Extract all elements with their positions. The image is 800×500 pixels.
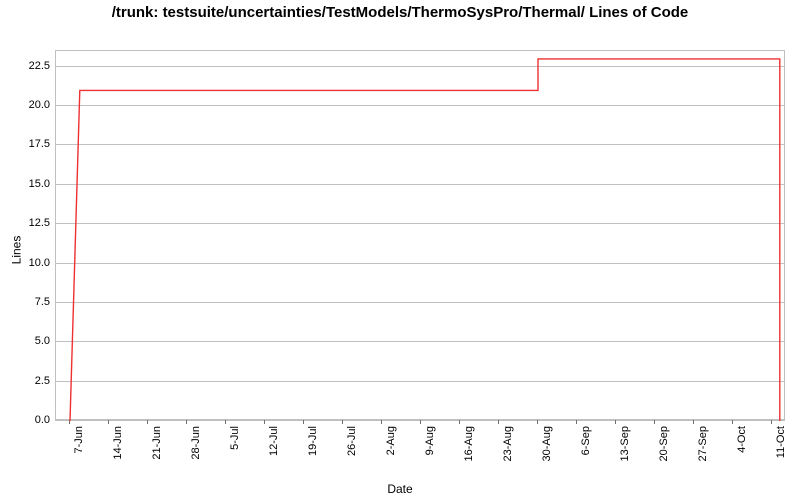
x-tick-label: 23-Aug (502, 426, 514, 461)
y-tick-label: 0.0 (5, 414, 50, 426)
y-tick-label: 2.5 (5, 375, 50, 387)
plot-area (55, 50, 785, 420)
y-tick-label: 5.0 (5, 335, 50, 347)
x-tick-mark (342, 420, 343, 424)
x-tick-label: 13-Sep (619, 426, 631, 461)
x-tick-mark (693, 420, 694, 424)
x-tick-label: 26-Jul (346, 426, 358, 456)
x-tick-mark (186, 420, 187, 424)
x-tick-label: 21-Jun (151, 426, 163, 460)
y-tick-label: 22.5 (5, 60, 50, 72)
x-tick-mark (498, 420, 499, 424)
y-tick-label: 12.5 (5, 217, 50, 229)
x-axis-label: Date (0, 482, 800, 496)
y-tick-label: 20.0 (5, 99, 50, 111)
x-tick-label: 19-Jul (307, 426, 319, 456)
x-tick-mark (771, 420, 772, 424)
x-tick-mark (381, 420, 382, 424)
chart-title: /trunk: testsuite/uncertainties/TestMode… (0, 4, 800, 23)
x-tick-mark (654, 420, 655, 424)
x-tick-label: 14-Jun (112, 426, 124, 460)
x-tick-mark (537, 420, 538, 424)
x-tick-mark (732, 420, 733, 424)
series-line (70, 59, 780, 421)
x-tick-mark (615, 420, 616, 424)
x-tick-label: 11-Oct (775, 426, 787, 458)
x-tick-mark (108, 420, 109, 424)
x-tick-label: 6-Sep (580, 426, 592, 455)
x-tick-label: 5-Jul (229, 426, 241, 450)
x-tick-label: 4-Oct (736, 426, 748, 453)
x-tick-mark (459, 420, 460, 424)
x-tick-mark (576, 420, 577, 424)
x-tick-label: 28-Jun (190, 426, 202, 460)
x-tick-mark (303, 420, 304, 424)
y-tick-label: 10.0 (5, 257, 50, 269)
x-tick-label: 27-Sep (697, 426, 709, 461)
y-tick-label: 17.5 (5, 138, 50, 150)
x-tick-label: 20-Sep (658, 426, 670, 461)
x-tick-mark (264, 420, 265, 424)
line-series (56, 51, 784, 419)
x-tick-label: 2-Aug (385, 426, 397, 455)
x-tick-mark (225, 420, 226, 424)
x-tick-label: 16-Aug (463, 426, 475, 461)
x-tick-label: 9-Aug (424, 426, 436, 455)
x-tick-label: 7-Jun (73, 426, 85, 454)
x-tick-mark (420, 420, 421, 424)
y-tick-label: 7.5 (5, 296, 50, 308)
chart-container: /trunk: testsuite/uncertainties/TestMode… (0, 0, 800, 500)
x-tick-mark (147, 420, 148, 424)
x-tick-label: 12-Jul (268, 426, 280, 456)
y-tick-label: 15.0 (5, 178, 50, 190)
x-tick-label: 30-Aug (541, 426, 553, 461)
